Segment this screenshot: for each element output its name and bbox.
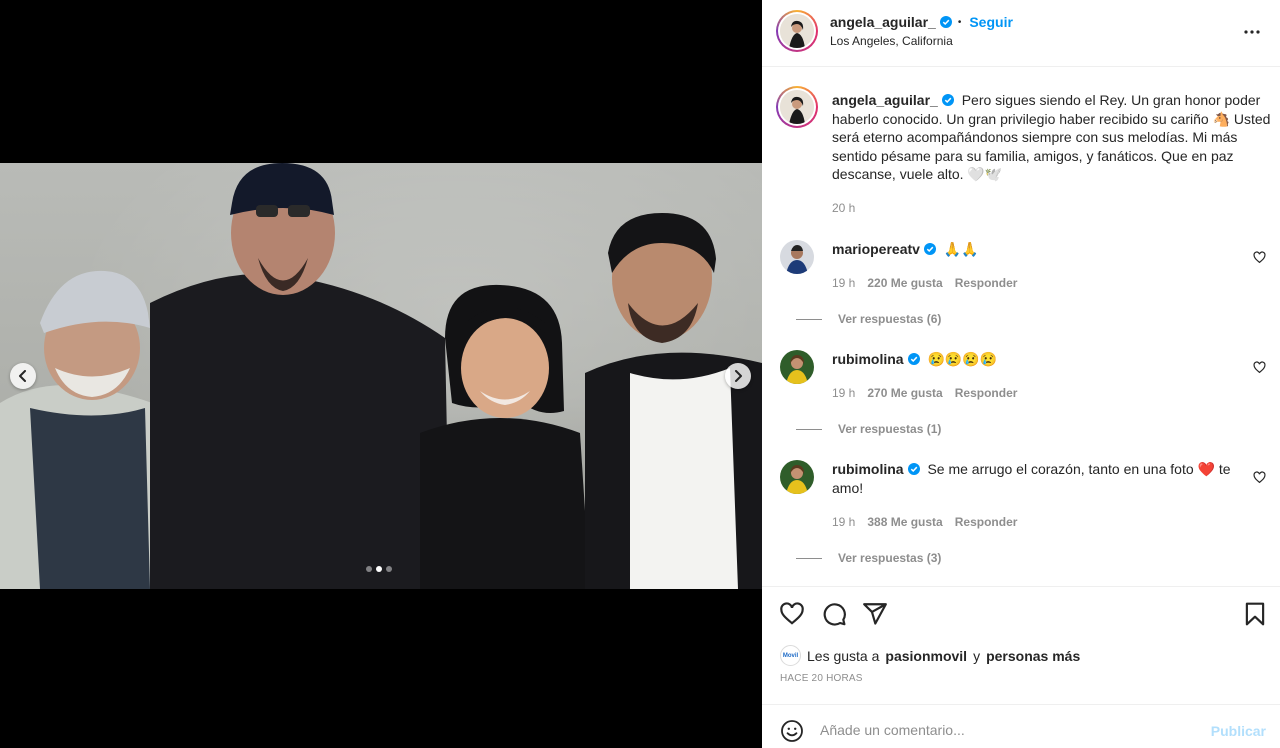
verified-badge-icon <box>923 243 936 255</box>
commenter-avatar-image <box>780 460 814 494</box>
replies-divider-line <box>796 428 822 430</box>
verified-badge-icon <box>939 16 952 28</box>
comment-meta: 19 h 220 Me gusta Responder <box>832 276 1017 290</box>
post-header: angela_aguilar_ • Seguir Los Angeles, Ca… <box>762 0 1280 67</box>
view-replies-label: Ver respuestas (6) <box>838 312 942 326</box>
commenter-avatar[interactable] <box>780 460 814 494</box>
carousel-dots <box>366 566 392 572</box>
comment-like-heart-icon[interactable] <box>1253 361 1266 374</box>
view-replies-label: Ver respuestas (3) <box>838 551 942 565</box>
comment-username[interactable]: mariopereatv <box>832 241 920 257</box>
carousel-prev-button[interactable] <box>10 363 36 389</box>
post-side-panel: angela_aguilar_ • Seguir Los Angeles, Ca… <box>762 0 1280 748</box>
media-viewer <box>0 0 762 748</box>
post-photo <box>0 163 762 589</box>
comment-username[interactable]: rubimolina <box>832 351 904 367</box>
carousel-dot-active <box>376 566 382 572</box>
reply-button[interactable]: Responder <box>955 276 1018 290</box>
reply-button[interactable]: Responder <box>955 515 1018 529</box>
comment-bubble-icon[interactable] <box>821 601 847 627</box>
liker-mini-avatar[interactable]: Movil <box>780 645 801 666</box>
view-replies-label: Ver respuestas (1) <box>838 422 942 436</box>
comment-body: rubimolina Se me arrugo el corazón, tant… <box>832 460 1242 498</box>
author-username[interactable]: angela_aguilar_ <box>830 14 936 30</box>
comment-text: 😢😢😢😢 <box>927 351 998 367</box>
comment-username[interactable]: rubimolina <box>832 461 904 477</box>
chevron-right-icon <box>735 370 742 382</box>
view-replies-button[interactable]: Ver respuestas (3) <box>784 551 941 565</box>
comment-text: 🙏🙏 <box>943 241 979 257</box>
comment-meta: 19 h 270 Me gusta Responder <box>832 386 1017 400</box>
bookmark-icon[interactable] <box>1242 601 1268 627</box>
replies-divider-line <box>796 557 822 559</box>
caption-body: angela_aguilar_ Pero sigues siendo el Re… <box>832 91 1272 184</box>
post-location[interactable]: Los Angeles, California <box>830 34 953 48</box>
caption-avatar-image <box>780 90 814 124</box>
carousel-dot <box>386 566 392 572</box>
comment-like-heart-icon[interactable] <box>1253 251 1266 264</box>
comment-likes[interactable]: 388 Me gusta <box>867 515 942 529</box>
view-replies-button[interactable]: Ver respuestas (6) <box>784 312 941 326</box>
caption-time[interactable]: 20 h <box>832 201 855 215</box>
comment-body: rubimolina 😢😢😢😢 <box>832 350 1242 369</box>
commenter-avatar[interactable] <box>780 240 814 274</box>
commenter-avatar-image <box>780 350 814 384</box>
replies-divider-line <box>796 318 822 320</box>
comment-likes[interactable]: 270 Me gusta <box>867 386 942 400</box>
follow-button[interactable]: Seguir <box>969 14 1013 30</box>
likes-others[interactable]: personas más <box>986 648 1080 664</box>
author-avatar-image <box>780 14 814 48</box>
commenter-avatar-image <box>780 240 814 274</box>
photo-people-illustration <box>0 163 762 589</box>
chevron-left-icon <box>19 370 26 382</box>
commenter-avatar[interactable] <box>780 350 814 384</box>
post-timestamp[interactable]: HACE 20 HORAS <box>780 673 863 684</box>
add-comment-bar: Publicar <box>762 704 1280 748</box>
reply-button[interactable]: Responder <box>955 386 1018 400</box>
smiley-icon[interactable] <box>780 719 804 743</box>
comment-meta: 19 h 388 Me gusta Responder <box>832 515 1017 529</box>
comment-time[interactable]: 19 h <box>832 515 855 529</box>
publish-button[interactable]: Publicar <box>1211 723 1266 739</box>
carousel-next-button[interactable] <box>725 363 751 389</box>
comment-time[interactable]: 19 h <box>832 276 855 290</box>
comment-body: mariopereatv 🙏🙏 <box>832 240 1242 259</box>
more-horizontal-icon[interactable] <box>1242 22 1262 42</box>
likes-summary: Movil Les gusta a pasionmovil y personas… <box>780 645 1080 666</box>
comment-likes[interactable]: 220 Me gusta <box>867 276 942 290</box>
comment-like-heart-icon[interactable] <box>1253 471 1266 484</box>
heart-icon[interactable] <box>779 601 805 627</box>
post-actions: Movil Les gusta a pasionmovil y personas… <box>762 586 1280 704</box>
verified-badge-icon <box>907 353 920 365</box>
author-avatar[interactable] <box>776 10 818 52</box>
caption-username[interactable]: angela_aguilar_ <box>832 92 938 108</box>
carousel-dot <box>366 566 372 572</box>
paper-plane-icon[interactable] <box>862 601 888 627</box>
view-replies-button[interactable]: Ver respuestas (1) <box>784 422 941 436</box>
comment-input[interactable] <box>820 715 1200 745</box>
comment-time[interactable]: 19 h <box>832 386 855 400</box>
likes-connector: y <box>973 647 981 664</box>
likes-prefix: Les gusta a <box>807 647 880 664</box>
comments-section[interactable]: angela_aguilar_ Pero sigues siendo el Re… <box>762 68 1280 586</box>
caption-avatar[interactable] <box>776 86 818 128</box>
verified-badge-icon <box>941 94 954 106</box>
likes-user[interactable]: pasionmovil <box>885 648 967 664</box>
header-separator: • <box>957 16 962 28</box>
verified-badge-icon <box>907 463 920 475</box>
